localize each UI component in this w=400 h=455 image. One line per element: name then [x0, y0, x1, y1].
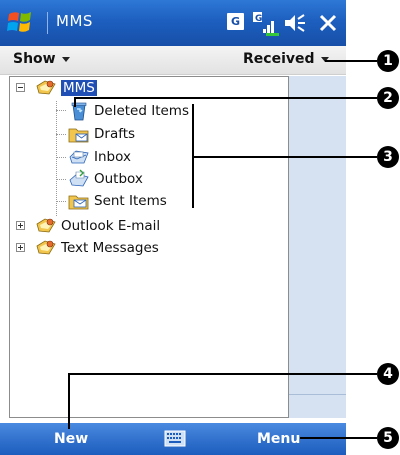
tree-item-inbox[interactable]: Inbox — [68, 146, 131, 168]
tree-label: Drafts — [94, 126, 136, 142]
tree-connector — [56, 201, 66, 202]
inbox-icon — [69, 150, 89, 164]
tree-label: Inbox — [94, 149, 131, 165]
tree-item-deleted-items[interactable]: Deleted Items — [68, 100, 189, 122]
tree-connector — [56, 157, 66, 158]
callout-line — [68, 373, 70, 429]
drafts-folder-icon — [68, 128, 89, 143]
keyboard-icon[interactable] — [164, 430, 186, 447]
side-panel — [289, 76, 346, 418]
show-menu[interactable]: Show — [13, 51, 70, 67]
tree-label: Deleted Items — [94, 103, 189, 119]
sort-by-menu[interactable]: Received — [243, 51, 329, 67]
volume-icon[interactable] — [283, 11, 309, 35]
gprs-status-icon[interactable]: G — [227, 13, 244, 30]
callout-line — [74, 97, 76, 107]
expand-icon[interactable] — [16, 221, 25, 230]
callout-line — [192, 156, 377, 158]
tree-item-outbox[interactable]: Outbox — [68, 168, 143, 190]
tree-label: Outlook E-mail — [61, 218, 161, 234]
soft-key-bar: New Menu — [0, 423, 346, 455]
tree-account-text-messages[interactable]: Text Messages — [35, 237, 159, 259]
show-menu-label: Show — [13, 51, 56, 67]
tree-item-drafts[interactable]: Drafts — [68, 123, 135, 145]
sort-by-label: Received — [243, 51, 315, 67]
chevron-down-icon — [61, 56, 70, 62]
device-screen: MMS G G Show Received MMS Deleted Items … — [0, 0, 346, 455]
tree-root-mms[interactable]: MMS — [35, 77, 97, 99]
callout-marker: 3 — [377, 146, 399, 168]
collapse-icon[interactable] — [16, 83, 25, 92]
app-title: MMS — [56, 12, 93, 30]
mms-account-icon — [36, 80, 56, 95]
tree-label: Text Messages — [61, 240, 159, 256]
tree-connector — [56, 110, 66, 111]
title-bar: MMS G G — [0, 0, 346, 46]
callout-marker: 5 — [377, 427, 399, 449]
callout-line — [300, 437, 377, 439]
close-icon[interactable] — [316, 11, 340, 35]
callout-marker: 1 — [377, 50, 399, 72]
callout-line — [68, 373, 377, 375]
tree-item-sent-items[interactable]: Sent Items — [68, 190, 167, 212]
folder-tree: MMS Deleted Items Drafts Inbox Outbox Se… — [9, 76, 289, 418]
tree-label: MMS — [61, 80, 97, 96]
email-account-icon — [36, 218, 56, 233]
new-button[interactable]: New — [54, 431, 88, 447]
svg-text:G: G — [255, 14, 262, 24]
signal-strength-icon[interactable]: G — [252, 9, 280, 37]
tree-connector — [56, 179, 66, 180]
folder-menu-bar: Show Received — [0, 46, 346, 75]
deleted-items-icon — [71, 102, 87, 121]
callout-marker: 4 — [377, 363, 399, 385]
expand-icon[interactable] — [16, 243, 25, 252]
sent-items-icon — [68, 195, 89, 210]
callout-line — [74, 97, 377, 99]
tree-account-outlook-email[interactable]: Outlook E-mail — [35, 215, 160, 237]
callout-marker: 2 — [377, 87, 399, 109]
menu-button[interactable]: Menu — [257, 431, 300, 447]
callout-line — [325, 60, 377, 62]
tree-connector — [56, 134, 66, 135]
title-separator — [47, 12, 48, 34]
tree-label: Outbox — [94, 171, 143, 187]
outbox-icon — [69, 169, 89, 187]
tree-label: Sent Items — [94, 193, 167, 209]
sms-account-icon — [36, 240, 56, 255]
tree-connector — [56, 101, 57, 216]
windows-start-icon[interactable] — [6, 8, 40, 38]
